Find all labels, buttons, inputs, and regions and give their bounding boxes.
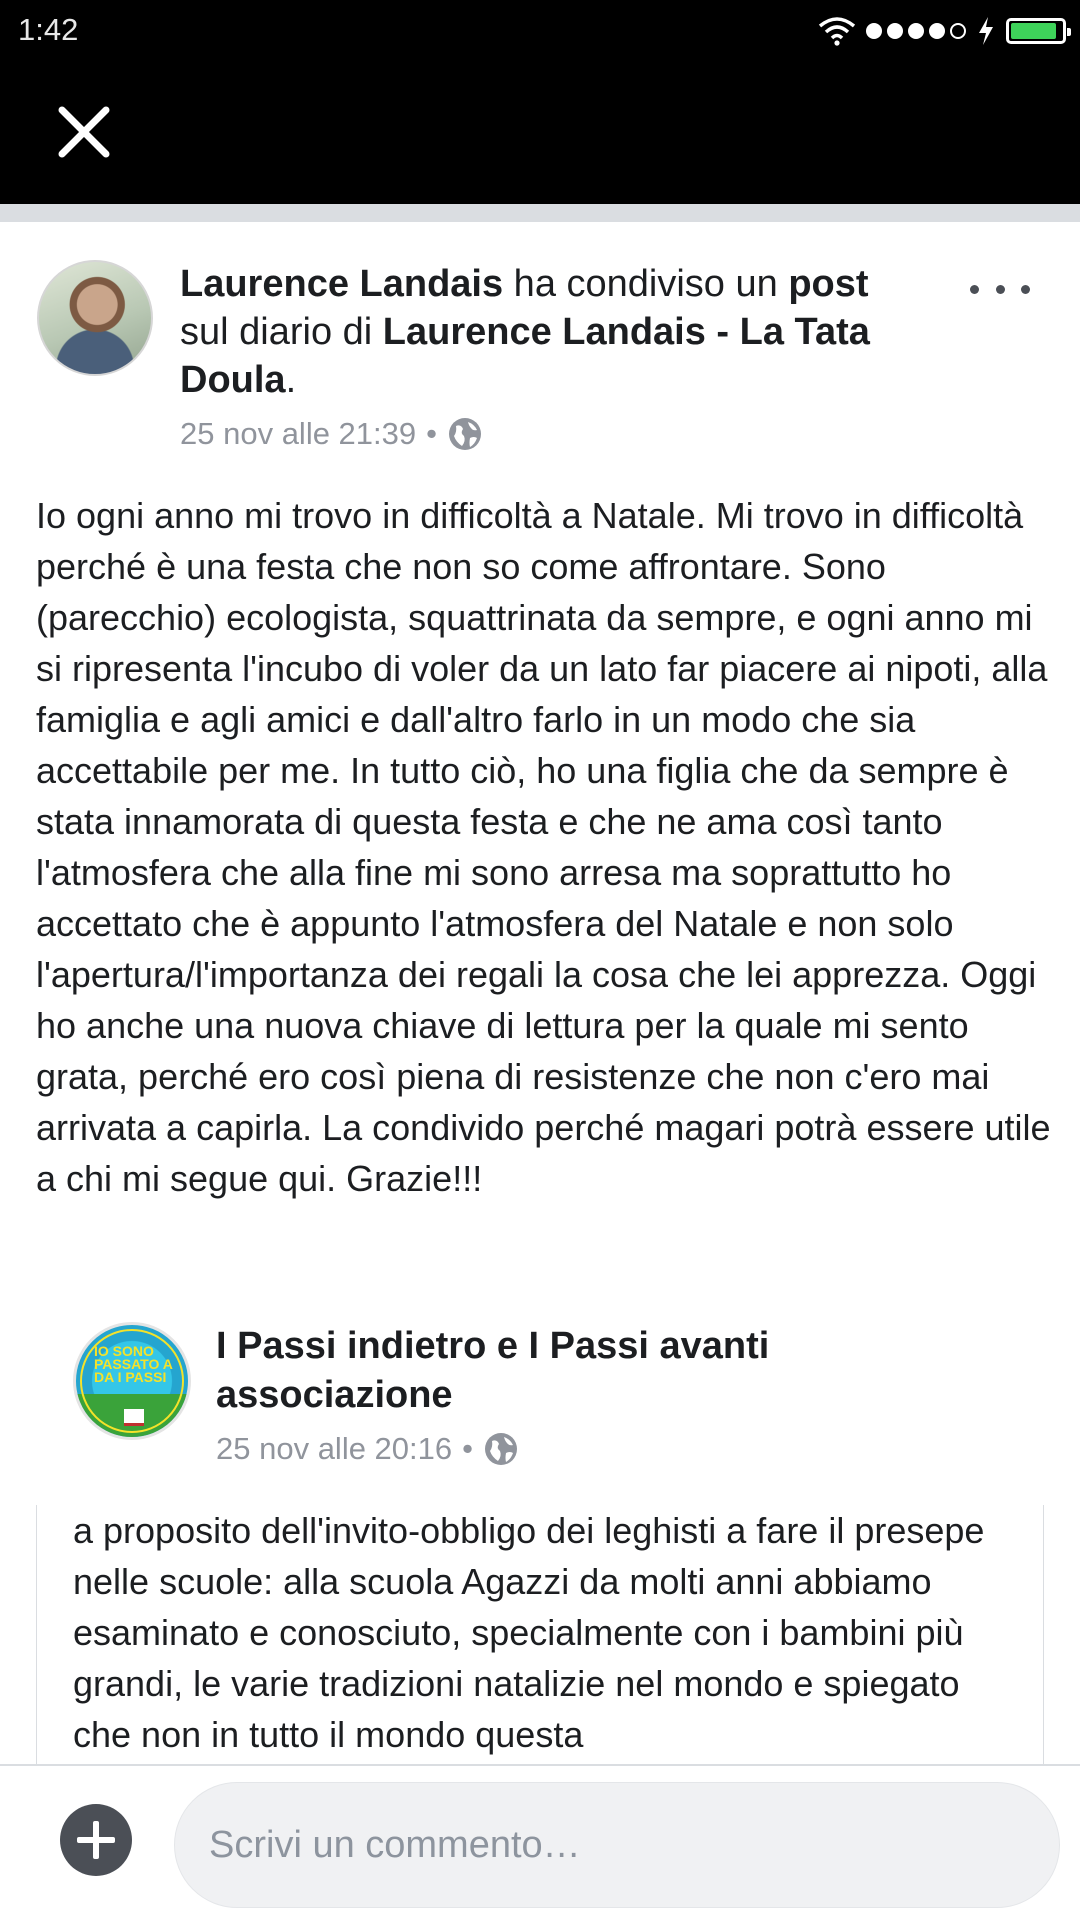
shared-post-body-text: a proposito dell'invito-obbligo dei legh… bbox=[73, 1510, 985, 1755]
close-icon bbox=[58, 106, 110, 158]
target-prefix: sul diario di bbox=[180, 311, 383, 353]
shared-page-name-link[interactable]: I Passi indietro e I Passi avanti associ… bbox=[216, 1322, 976, 1420]
post-body-text: Io ogni anno mi trovo in difficoltà a Na… bbox=[36, 495, 1051, 1199]
status-bar: 1:42 bbox=[0, 0, 1080, 62]
shared-post-header: IO SONO PASSATO A DA I PASSI I Passi ind… bbox=[0, 1305, 1080, 1485]
author-avatar[interactable] bbox=[37, 260, 153, 376]
top-bar bbox=[0, 62, 1080, 204]
wifi-icon bbox=[818, 17, 856, 46]
post-header-text: Laurence Landais ha condiviso un post su… bbox=[180, 260, 920, 404]
action-text: ha condiviso un bbox=[503, 263, 789, 305]
signal-strength-indicator bbox=[866, 23, 966, 39]
page-avatar[interactable]: IO SONO PASSATO A DA I PASSI bbox=[73, 1322, 191, 1440]
globe-icon bbox=[449, 418, 481, 450]
meta-separator: • bbox=[462, 1431, 473, 1466]
post-meta: 25 nov alle 21:39 • bbox=[180, 412, 483, 456]
status-time: 1:42 bbox=[18, 12, 79, 47]
shared-post-content: a proposito dell'invito-obbligo dei legh… bbox=[36, 1505, 1044, 1765]
add-attachment-button[interactable] bbox=[60, 1804, 132, 1876]
page-avatar-logo-text: IO SONO PASSATO A DA I PASSI bbox=[94, 1343, 173, 1385]
section-divider bbox=[0, 204, 1080, 222]
author-name-link[interactable]: Laurence Landais bbox=[180, 263, 503, 305]
comment-input[interactable] bbox=[174, 1782, 1060, 1908]
shared-post-timestamp[interactable]: 25 nov alle 20:16 bbox=[216, 1431, 452, 1467]
globe-icon bbox=[485, 1433, 517, 1465]
more-options-button[interactable] bbox=[970, 274, 1030, 304]
post-timestamp[interactable]: 25 nov alle 21:39 bbox=[180, 416, 416, 452]
meta-separator: • bbox=[426, 416, 437, 451]
battery-icon bbox=[1006, 18, 1071, 44]
charging-icon bbox=[979, 17, 993, 45]
status-icons bbox=[818, 14, 1071, 48]
more-options-icon bbox=[970, 284, 979, 294]
comment-composer bbox=[0, 1764, 1080, 1922]
close-button[interactable] bbox=[52, 100, 116, 164]
shared-post-meta: 25 nov alle 20:16 • bbox=[216, 1427, 519, 1471]
post-link[interactable]: post bbox=[788, 263, 868, 305]
post-header: Laurence Landais ha condiviso un post su… bbox=[0, 222, 1080, 472]
target-suffix: . bbox=[285, 359, 297, 401]
